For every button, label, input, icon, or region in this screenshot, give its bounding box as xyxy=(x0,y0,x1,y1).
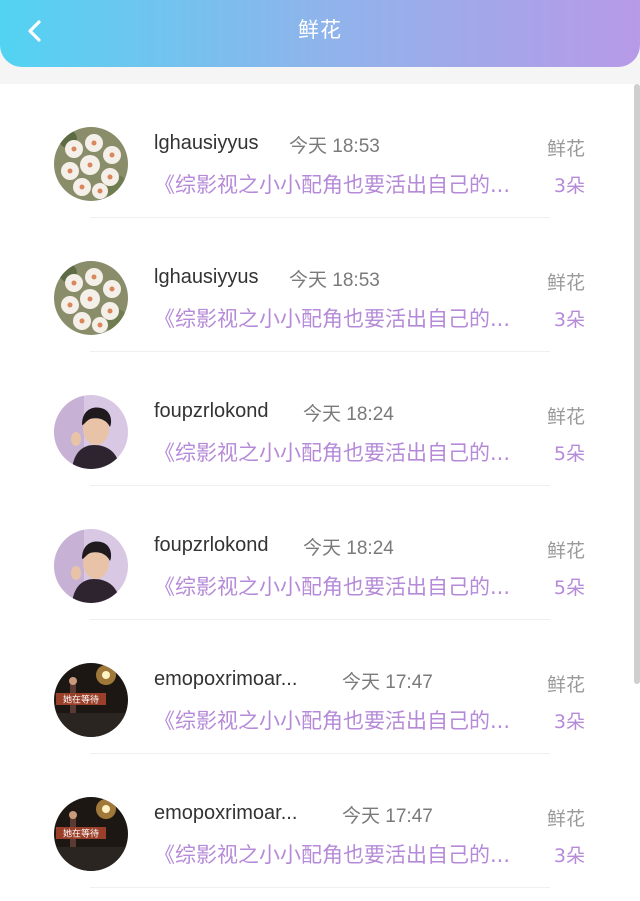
record-time: 今天 17:47 xyxy=(342,806,433,827)
man-portrait-avatar xyxy=(54,529,128,603)
username[interactable]: foupzrlokond xyxy=(154,534,269,557)
avatar[interactable]: 她在等待 xyxy=(54,663,128,737)
gift-count: 3朵 xyxy=(553,845,585,867)
scrollbar[interactable] xyxy=(634,84,640,684)
man-portrait-avatar xyxy=(54,395,128,469)
avatar-caption: 她在等待 xyxy=(63,828,99,840)
gift-count: 5朵 xyxy=(553,443,585,465)
gift-count: 5朵 xyxy=(553,577,585,599)
row-divider xyxy=(90,887,550,888)
flower-avatar xyxy=(54,261,128,335)
header-bar: 鲜花 xyxy=(0,0,640,67)
gift-type-label: 鲜花 xyxy=(546,406,585,428)
gift-record-row[interactable]: foupzrlokond 今天 18:24 《综影视之小小配角也要活出自己的..… xyxy=(0,486,640,620)
gift-count: 3朵 xyxy=(553,711,585,733)
gift-record-row[interactable]: foupzrlokond 今天 18:24 《综影视之小小配角也要活出自己的..… xyxy=(0,352,640,486)
username[interactable]: foupzrlokond xyxy=(154,400,269,423)
gift-record-row[interactable]: lghausiyyus 今天 18:53 《综影视之小小配角也要活出自己的...… xyxy=(0,218,640,352)
gift-count: 3朵 xyxy=(553,309,585,331)
night-street-avatar: 她在等待 xyxy=(54,663,128,737)
record-time: 今天 17:47 xyxy=(342,672,433,693)
gift-record-row[interactable]: 她在等待 emopoxrimoar... 今天 17:47 《综影视之小小配角也… xyxy=(0,620,640,754)
record-time: 今天 18:24 xyxy=(303,404,394,425)
record-time: 今天 18:53 xyxy=(289,136,380,157)
work-title-link[interactable]: 《综影视之小小配角也要活出自己的... xyxy=(154,437,510,467)
gift-type-label: 鲜花 xyxy=(546,272,585,294)
work-title-link[interactable]: 《综影视之小小配角也要活出自己的... xyxy=(154,571,510,601)
avatar[interactable] xyxy=(54,127,128,201)
record-time: 今天 18:24 xyxy=(303,538,394,559)
gift-record-list[interactable]: lghausiyyus 今天 18:53 《综影视之小小配角也要活出自己的...… xyxy=(0,84,640,901)
work-title-link[interactable]: 《综影视之小小配角也要活出自己的... xyxy=(154,839,510,869)
gift-type-label: 鲜花 xyxy=(546,808,585,830)
record-time: 今天 18:53 xyxy=(289,270,380,291)
gift-count: 3朵 xyxy=(553,175,585,197)
username[interactable]: lghausiyyus xyxy=(154,132,259,155)
avatar[interactable] xyxy=(54,529,128,603)
gift-type-label: 鲜花 xyxy=(546,138,585,160)
avatar[interactable]: 她在等待 xyxy=(54,797,128,871)
username[interactable]: emopoxrimoar... xyxy=(154,802,297,825)
work-title-link[interactable]: 《综影视之小小配角也要活出自己的... xyxy=(154,303,510,333)
gift-record-row[interactable]: lghausiyyus 今天 18:53 《综影视之小小配角也要活出自己的...… xyxy=(0,84,640,218)
gift-type-label: 鲜花 xyxy=(546,674,585,696)
avatar[interactable] xyxy=(54,395,128,469)
night-street-avatar: 她在等待 xyxy=(54,797,128,871)
avatar[interactable] xyxy=(54,261,128,335)
page-title: 鲜花 xyxy=(298,18,342,42)
flower-avatar xyxy=(54,127,128,201)
gift-record-row[interactable]: 她在等待 emopoxrimoar... 今天 17:47 《综影视之小小配角也… xyxy=(0,754,640,888)
gift-type-label: 鲜花 xyxy=(546,540,585,562)
work-title-link[interactable]: 《综影视之小小配角也要活出自己的... xyxy=(154,705,510,735)
avatar-caption: 她在等待 xyxy=(63,694,99,706)
username[interactable]: emopoxrimoar... xyxy=(154,668,297,691)
username[interactable]: lghausiyyus xyxy=(154,266,259,289)
work-title-link[interactable]: 《综影视之小小配角也要活出自己的... xyxy=(154,169,510,199)
